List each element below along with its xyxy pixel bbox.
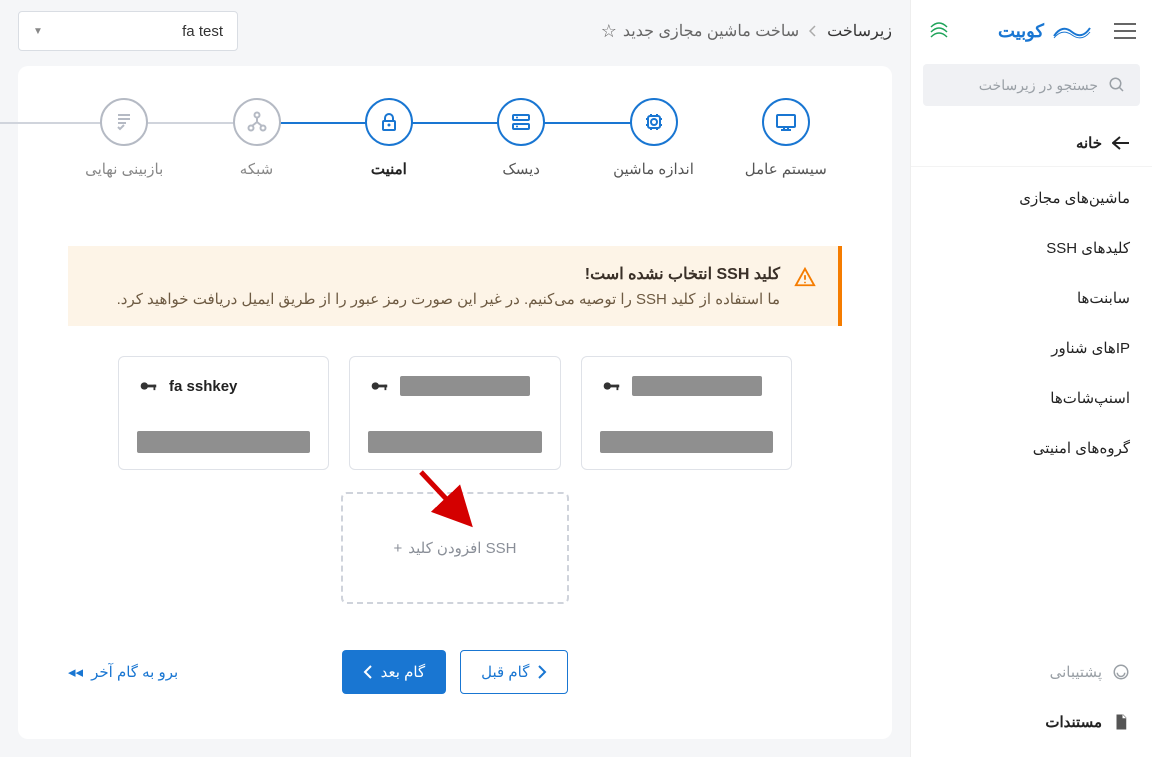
warning-banner: کلید SSH انتخاب نشده است! ما استفاده از … [68, 246, 842, 326]
step-network[interactable]: شبکه [190, 98, 322, 178]
brand-logo[interactable]: کوبیت [998, 21, 1092, 42]
step-security[interactable]: امنیت [323, 98, 455, 178]
step-disk[interactable]: دیسک [455, 98, 587, 178]
brand-name: کوبیت [998, 21, 1044, 42]
nav-item-snapshots[interactable]: اسنپ‌شات‌ها [911, 373, 1152, 423]
ssh-name-placeholder [632, 376, 762, 396]
ssh-key-list: fa sshkey [18, 356, 892, 470]
project-select[interactable]: fa test ▼ [18, 11, 238, 51]
nav-item-sshkeys[interactable]: کلیدهای SSH [911, 223, 1152, 273]
ssh-fingerprint-placeholder [368, 431, 541, 453]
warning-title: کلید SSH انتخاب نشده است! [117, 264, 780, 284]
nav-docs[interactable]: مستندات [911, 697, 1152, 747]
ssh-card[interactable] [349, 356, 560, 470]
add-ssh-key-button[interactable]: + افزودن کلید SSH [341, 492, 568, 604]
step-os[interactable]: سیستم عامل [720, 98, 852, 178]
step-review[interactable]: بازبینی نهایی [58, 98, 190, 178]
breadcrumb-root[interactable]: زیرساخت [827, 21, 892, 41]
wizard-card: سیستم عامل اندازه ماشین دیسک [18, 66, 892, 739]
breadcrumb: زیرساخت ساخت ماشین مجازی جدید [623, 21, 892, 41]
ssh-fingerprint-placeholder [600, 431, 773, 453]
ssh-fingerprint-placeholder [137, 431, 310, 453]
skip-link[interactable]: ◂◂ برو به گام آخر [68, 663, 178, 681]
topbar: زیرساخت ساخت ماشین مجازی جدید ☆ fa test … [0, 0, 910, 62]
search-input[interactable]: جستجو در زیرساخت [923, 64, 1140, 106]
nav-item-vms[interactable]: ماشین‌های مجازی [911, 173, 1152, 223]
partner-logo [927, 19, 951, 43]
next-button[interactable]: گام بعد [342, 650, 446, 694]
nav-home[interactable]: خانه [911, 120, 1152, 167]
key-icon [600, 375, 622, 397]
breadcrumb-current: ساخت ماشین مجازی جدید [623, 21, 799, 41]
double-chevron-left-icon: ◂◂ [68, 663, 83, 681]
ssh-card[interactable]: fa sshkey [118, 356, 329, 470]
nav-item-security-groups[interactable]: گروه‌های امنیتی [911, 423, 1152, 473]
key-icon [137, 375, 159, 397]
step-size[interactable]: اندازه ماشین [587, 98, 719, 178]
nav-item-floating-ips[interactable]: IPهای شناور [911, 323, 1152, 373]
ssh-card[interactable] [581, 356, 792, 470]
chevron-left-icon [809, 25, 817, 37]
hamburger-icon[interactable] [1114, 23, 1136, 39]
prev-button[interactable]: گام قبل [460, 650, 568, 694]
ssh-name-placeholder [400, 376, 530, 396]
search-placeholder: جستجو در زیرساخت [979, 77, 1098, 94]
stepper: سیستم عامل اندازه ماشین دیسک [18, 90, 892, 208]
key-icon [368, 375, 390, 397]
wizard-footer: ◂◂ برو به گام آخر گام بعد گام قبل [18, 604, 892, 694]
main: زیرساخت ساخت ماشین مجازی جدید ☆ fa test … [0, 0, 910, 757]
plus-icon: + [393, 540, 402, 557]
nav-item-subnets[interactable]: سابنت‌ها [911, 273, 1152, 323]
nav-support[interactable]: پشتیبانی [911, 647, 1152, 697]
warning-icon [794, 266, 816, 288]
warning-text: ما استفاده از کلید SSH را توصیه می‌کنیم.… [117, 290, 780, 308]
chevron-down-icon: ▼ [33, 26, 43, 37]
sidebar: کوبیت جستجو در زیرساخت خانه ماشین‌های مج… [910, 0, 1152, 757]
sidebar-header: کوبیت [911, 0, 1152, 62]
star-icon[interactable]: ☆ [601, 21, 617, 42]
